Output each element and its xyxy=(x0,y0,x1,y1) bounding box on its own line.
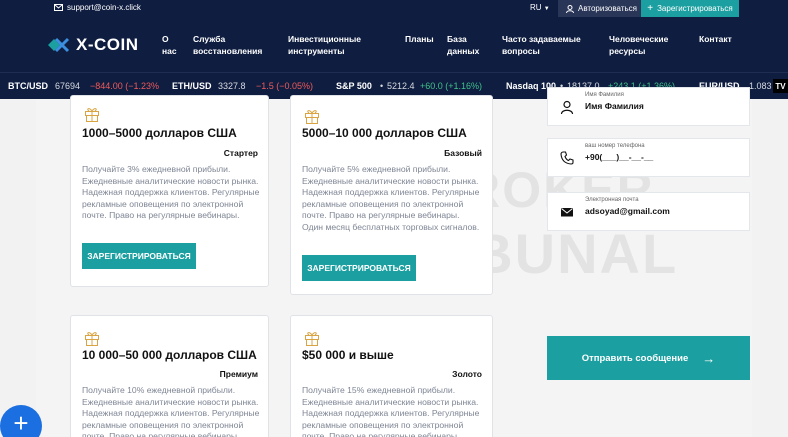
plan-title: 5000–10 000 долларов США xyxy=(302,126,467,140)
ticker-price: 3327.8 xyxy=(218,81,246,91)
nav-item-recovery[interactable]: Служба восстановления xyxy=(193,33,262,57)
ticker-symbol: S&P 500 xyxy=(336,81,372,91)
plus-icon: + xyxy=(647,3,654,14)
user-icon xyxy=(560,100,574,114)
nav-label: О xyxy=(162,34,169,44)
plan-tier: Премиум xyxy=(219,369,258,379)
gift-icon xyxy=(85,332,99,346)
plan-title: 10 000–50 000 долларов США xyxy=(82,348,257,362)
plan-title: $50 000 и выше xyxy=(302,348,394,362)
plan-card-basic: 5000–10 000 долларов США Базовый Получай… xyxy=(290,95,493,295)
name-field[interactable]: Имя Фамилия Имя Фамилия xyxy=(547,87,750,126)
logo-icon xyxy=(48,37,70,53)
user-icon xyxy=(566,4,574,13)
language-code: RU xyxy=(530,3,542,12)
nav-label: нас xyxy=(162,46,177,56)
register-label: Зарегистрироваться xyxy=(657,4,733,13)
top-bar: support@coin-x.click RU ▼ Авторизоваться… xyxy=(0,0,788,17)
nav-item-contact[interactable]: Контакт xyxy=(699,33,732,45)
nav-label: Человеческие xyxy=(609,34,669,44)
register-button[interactable]: + Зарегистрироваться xyxy=(641,0,739,17)
ticker-change: −844.00 (−1.23% xyxy=(90,81,160,91)
nav-item-hr[interactable]: Человеческие ресурсы xyxy=(609,33,668,57)
plan-description: Получайте 10% ежедневной прибыли. Ежедне… xyxy=(82,385,260,437)
plan-description: Получайте 3% ежедневной прибыли. Ежеднев… xyxy=(82,164,260,221)
login-label: Авторизоваться xyxy=(578,4,637,13)
name-field-value: Имя Фамилия xyxy=(585,101,644,111)
nav-item-plans[interactable]: Планы xyxy=(405,33,434,45)
send-message-button[interactable]: Отправить сообщение → xyxy=(547,336,750,380)
nav-label: данных xyxy=(447,46,480,56)
tradingview-logo[interactable]: TV xyxy=(773,79,788,93)
mail-icon xyxy=(561,208,573,217)
nav-label: Часто задаваемые xyxy=(502,34,581,44)
nav-label: ресурсы xyxy=(609,46,646,56)
main-content: BROKER TRIBUNAL 1000–5000 долларов США С… xyxy=(36,87,752,437)
plan-description: Получайте 15% ежедневной прибыли. Ежедне… xyxy=(302,385,480,437)
plan-card-gold: $50 000 и выше Золото Получайте 15% ежед… xyxy=(290,315,493,437)
language-selector[interactable]: RU ▼ xyxy=(530,3,550,12)
ticker-change: −1.5 (−0.05%) xyxy=(256,81,314,91)
plan-card-starter: 1000–5000 долларов США Стартер Получайте… xyxy=(70,95,269,287)
support-email-link[interactable]: support@coin-x.click xyxy=(54,3,141,12)
login-button[interactable]: Авторизоваться xyxy=(558,0,645,17)
arrow-right-icon: → xyxy=(702,350,716,366)
logo-text: X-COIN xyxy=(76,35,139,54)
ticker-price: 67694 xyxy=(55,81,81,91)
ticker-price: 5212.4 xyxy=(387,81,415,91)
logo[interactable]: X-COIN xyxy=(46,35,139,55)
main-nav: X-COIN О нас Служба восстановления Инвес… xyxy=(0,17,788,72)
phone-field-value: +90(___)__-__-__ xyxy=(585,152,654,162)
phone-field[interactable]: ваш номер телефона +90(___)__-__-__ xyxy=(547,138,750,177)
register-plan-button[interactable]: ЗАРЕГИСТРИРОВАТЬСЯ xyxy=(302,255,416,281)
nav-item-investment-tools[interactable]: Инвестиционные инструменты xyxy=(288,33,361,57)
nav-label: инструменты xyxy=(288,46,345,56)
ticker-dot: • xyxy=(380,81,384,91)
mail-icon xyxy=(54,4,63,11)
gift-icon xyxy=(85,108,99,122)
send-message-label: Отправить сообщение xyxy=(581,352,689,364)
plan-tier: Золото xyxy=(452,369,482,379)
nav-label: Контакт xyxy=(699,34,732,44)
ticker-symbol: ETH/USD xyxy=(172,81,212,91)
gift-icon xyxy=(305,332,319,346)
email-field[interactable]: Электронная почта adsoyad@gmail.com xyxy=(547,192,750,231)
nav-label: Служба xyxy=(193,34,226,44)
ticker-price: 1.083 xyxy=(749,81,772,91)
plan-tier: Базовый xyxy=(444,148,482,158)
nav-label: Инвестиционные xyxy=(288,34,361,44)
nav-item-about[interactable]: О нас xyxy=(162,33,177,57)
nav-label: вопросы xyxy=(502,46,540,56)
plus-icon: + xyxy=(13,407,29,437)
plan-title: 1000–5000 долларов США xyxy=(82,126,237,140)
name-field-label: Имя Фамилия xyxy=(585,92,624,98)
ticker-change: +60.0 (+1.16%) xyxy=(420,81,483,91)
support-email: support@coin-x.click xyxy=(67,3,141,12)
nav-item-faq[interactable]: Часто задаваемые вопросы xyxy=(502,33,581,57)
gift-icon xyxy=(305,110,319,124)
nav-label: восстановления xyxy=(193,46,263,56)
nav-label: Планы xyxy=(405,34,434,44)
register-plan-button[interactable]: ЗАРЕГИСТРИРОВАТЬСЯ xyxy=(82,243,196,269)
ticker-symbol: BTC/USD xyxy=(8,81,48,91)
nav-label: База xyxy=(447,34,467,44)
email-field-value: adsoyad@gmail.com xyxy=(585,206,670,216)
email-field-label: Электронная почта xyxy=(585,197,639,203)
nav-item-database[interactable]: База данных xyxy=(447,33,479,57)
plan-card-premium: 10 000–50 000 долларов США Премиум Получ… xyxy=(70,315,269,437)
plan-tier: Стартер xyxy=(223,148,258,158)
plan-description: Получайте 5% ежедневной прибыли. Ежеднев… xyxy=(302,164,480,232)
phone-field-label: ваш номер телефона xyxy=(585,143,645,149)
chevron-down-icon: ▼ xyxy=(543,6,550,12)
phone-icon xyxy=(560,151,574,165)
